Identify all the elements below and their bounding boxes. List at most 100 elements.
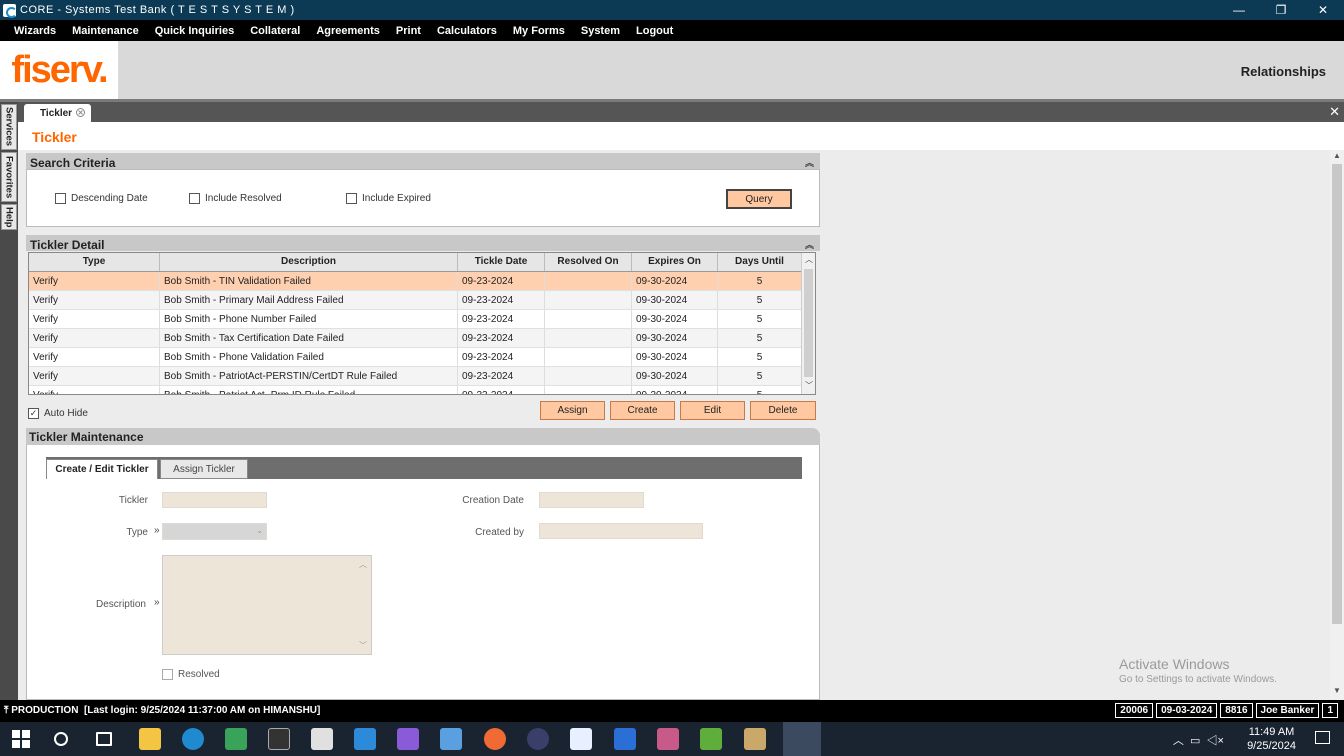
scroll-down-icon[interactable]: ﹀ — [359, 640, 367, 651]
scroll-down-icon[interactable]: ▼ — [1333, 686, 1341, 695]
cell-description: Bob Smith - Primary Mail Address Failed — [160, 291, 458, 309]
create-button[interactable]: Create — [610, 401, 675, 420]
media-app-icon[interactable] — [225, 728, 247, 750]
edit-button[interactable]: Edit — [680, 401, 745, 420]
assign-button[interactable]: Assign — [540, 401, 605, 420]
paint-icon[interactable] — [657, 728, 679, 750]
cell-tickle-date: 09-23-2024 — [458, 291, 545, 309]
table-row[interactable]: Verify Bob Smith - Tax Certification Dat… — [29, 329, 802, 348]
tab-create-edit-tickler[interactable]: Create / Edit Tickler — [46, 459, 158, 479]
menu-logout[interactable]: Logout — [628, 25, 681, 37]
task-view-icon[interactable] — [96, 732, 112, 746]
col-type[interactable]: Type — [29, 253, 160, 271]
minimize-button[interactable]: — — [1218, 0, 1260, 20]
col-days-until[interactable]: Days Until — [718, 253, 802, 271]
table-row[interactable]: Verify Bob Smith - Patriot Act- Prm ID R… — [29, 386, 802, 394]
table-scrollbar[interactable]: ︿ ﹀ — [801, 253, 815, 394]
auto-hide-checkbox[interactable]: ✓ Auto Hide — [28, 408, 88, 419]
active-core-app-icon[interactable] — [783, 722, 821, 756]
terminal-icon[interactable] — [268, 728, 290, 750]
close-all-tabs-icon[interactable]: ✕ — [1329, 104, 1340, 120]
cell-expires-on: 09-30-2024 — [632, 272, 718, 290]
menu-collateral[interactable]: Collateral — [242, 25, 308, 37]
sidetab-help[interactable]: Help — [1, 204, 17, 230]
menu-quick-inquiries[interactable]: Quick Inquiries — [147, 25, 242, 37]
table-scroll-thumb[interactable] — [804, 269, 813, 377]
menu-my-forms[interactable]: My Forms — [505, 25, 573, 37]
resolved-checkbox[interactable]: Resolved — [162, 669, 220, 680]
menu-print[interactable]: Print — [388, 25, 429, 37]
volume-icon[interactable]: ◁× — [1207, 735, 1224, 747]
table-row[interactable]: Verify Bob Smith - Phone Validation Fail… — [29, 348, 802, 367]
eclipse-icon[interactable] — [527, 728, 549, 750]
tab-tickler[interactable]: Tickler ✕ — [24, 104, 91, 122]
file-explorer-icon[interactable] — [139, 728, 161, 750]
core-app-icon[interactable] — [311, 728, 333, 750]
table-row[interactable]: Verify Bob Smith - Phone Number Failed 0… — [29, 310, 802, 329]
checkbox-box[interactable] — [55, 193, 66, 204]
cell-days-until: 5 — [718, 386, 802, 394]
table-row[interactable]: Verify Bob Smith - Primary Mail Address … — [29, 291, 802, 310]
col-expires-on[interactable]: Expires On — [632, 253, 718, 271]
scroll-up-icon[interactable]: ︿ — [359, 559, 367, 570]
menu-maintenance[interactable]: Maintenance — [64, 25, 147, 37]
paint-palette-icon[interactable] — [744, 728, 766, 750]
tickler-maintenance-header: Tickler Maintenance — [26, 428, 820, 445]
descending-date-checkbox[interactable]: Descending Date — [55, 193, 148, 204]
col-tickle-date[interactable]: Tickle Date — [458, 253, 545, 271]
scroll-up-icon[interactable]: ▲ — [1333, 151, 1341, 160]
network-icon[interactable]: ▭ — [1190, 735, 1200, 747]
clock[interactable]: 11:49 AM 9/25/2024 — [1247, 725, 1296, 753]
search-icon[interactable] — [54, 732, 68, 746]
document-app-icon[interactable] — [440, 728, 462, 750]
menu-calculators[interactable]: Calculators — [429, 25, 505, 37]
checkmark-icon[interactable]: ✓ — [28, 408, 39, 419]
maximize-button[interactable]: ❐ — [1260, 0, 1302, 20]
delete-button[interactable]: Delete — [750, 401, 816, 420]
tab-assign-tickler[interactable]: Assign Tickler — [160, 459, 248, 479]
cell-expires-on: 09-30-2024 — [632, 348, 718, 366]
desktop-app-icon[interactable] — [614, 728, 636, 750]
notepad-icon[interactable] — [700, 728, 722, 750]
close-window-button[interactable]: ✕ — [1302, 0, 1344, 20]
cell-description: Bob Smith - Phone Number Failed — [160, 310, 458, 328]
table-row[interactable]: Verify Bob Smith - TIN Validation Failed… — [29, 272, 802, 291]
vscode-icon[interactable] — [354, 728, 376, 750]
sidetab-services[interactable]: Services — [1, 104, 17, 150]
edge-icon[interactable] — [182, 728, 204, 750]
include-expired-checkbox[interactable]: Include Expired — [346, 193, 431, 204]
cell-type: Verify — [29, 291, 160, 309]
sidetab-favorites[interactable]: Favorites — [1, 152, 17, 202]
type-select[interactable]: ⌄ — [162, 523, 267, 540]
description-textarea[interactable]: ︿ ﹀ — [162, 555, 372, 655]
cell-expires-on: 09-30-2024 — [632, 329, 718, 347]
activate-windows-watermark: Activate Windows Go to Settings to activ… — [1119, 656, 1277, 685]
notification-icon[interactable] — [1315, 731, 1330, 744]
close-tab-icon[interactable]: ✕ — [76, 108, 85, 117]
chevron-up-icon[interactable]: ︿ — [1173, 735, 1184, 747]
visual-studio-icon[interactable] — [397, 728, 419, 750]
collapse-icon[interactable]: ︽ — [805, 238, 814, 251]
windows-start-icon[interactable] — [12, 730, 30, 748]
menu-system[interactable]: System — [573, 25, 628, 37]
menu-agreements[interactable]: Agreements — [308, 25, 388, 37]
table-row[interactable]: Verify Bob Smith - PatriotAct-PERSTIN/Ce… — [29, 367, 802, 386]
checkbox-box[interactable] — [346, 193, 357, 204]
checkbox-box[interactable] — [189, 193, 200, 204]
query-button[interactable]: Query — [726, 189, 792, 209]
cell-description: Bob Smith - TIN Validation Failed — [160, 272, 458, 290]
scroll-down-icon[interactable]: ﹀ — [805, 380, 813, 391]
checkbox-box[interactable] — [162, 669, 173, 680]
scroll-up-icon[interactable]: ︿ — [805, 254, 813, 265]
include-resolved-checkbox[interactable]: Include Resolved — [189, 193, 282, 204]
col-resolved-on[interactable]: Resolved On — [545, 253, 632, 271]
page-scroll-thumb[interactable] — [1332, 164, 1342, 624]
postman-icon[interactable] — [484, 728, 506, 750]
maintenance-tabs: Create / Edit Tickler Assign Tickler — [46, 457, 802, 479]
collapse-icon[interactable]: ︽ — [805, 156, 814, 169]
page-scrollbar[interactable]: ▲ ▼ — [1330, 150, 1344, 700]
menu-wizards[interactable]: Wizards — [6, 25, 64, 37]
col-description[interactable]: Description — [160, 253, 458, 271]
tickler-field[interactable] — [162, 492, 267, 508]
window-app-icon[interactable] — [570, 728, 592, 750]
